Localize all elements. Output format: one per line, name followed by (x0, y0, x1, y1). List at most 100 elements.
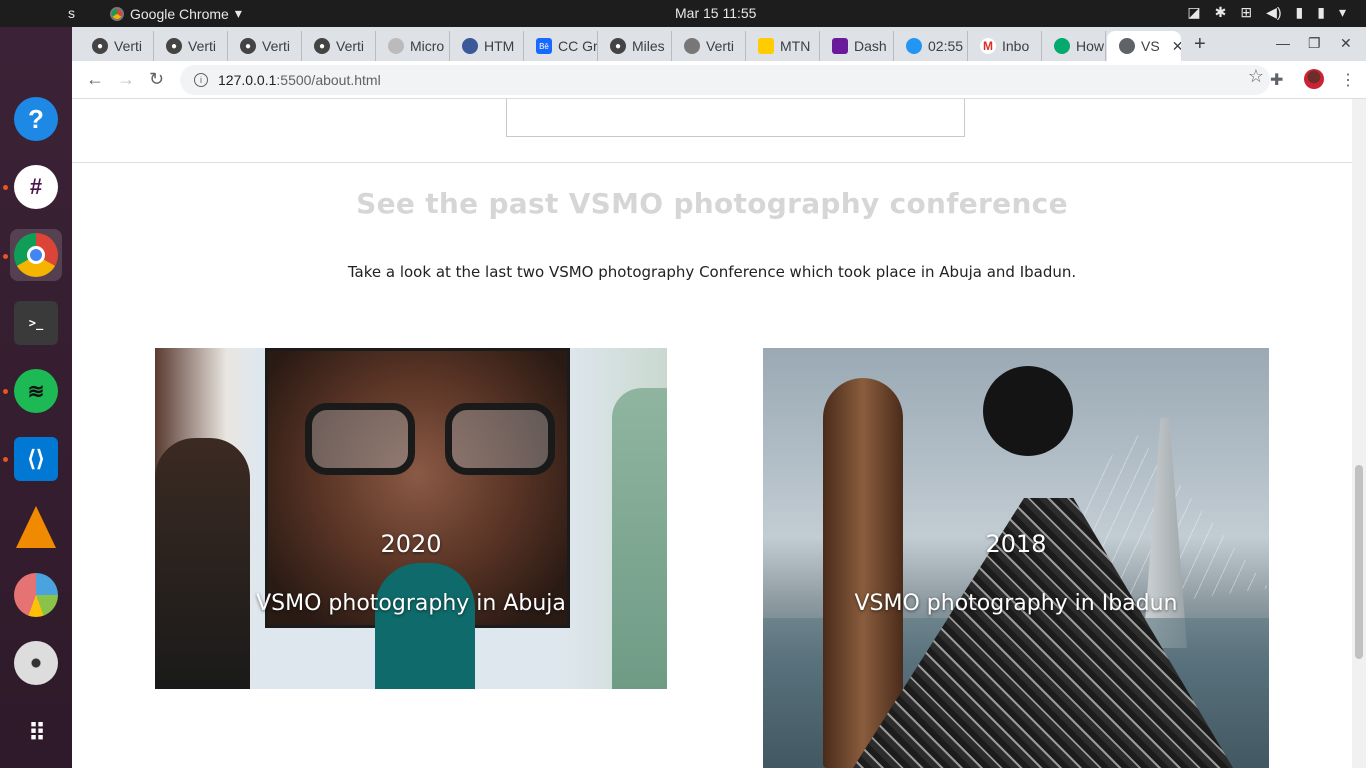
dock-vlc[interactable] (10, 501, 62, 553)
restore-button[interactable]: ❐ (1308, 35, 1321, 52)
system-tray[interactable]: ◪ ✱ ⊞ ◀) ▮ ▮ ▾ (1187, 4, 1346, 21)
tab[interactable]: HTM (450, 31, 524, 61)
w3-icon (1054, 38, 1070, 54)
slack-tray-icon[interactable]: ✱ (1215, 4, 1227, 21)
microphone-icon[interactable]: ▮ (1296, 4, 1304, 21)
spotify-icon: ≋ (14, 369, 58, 413)
dock: ? # >_ ≋ ⟨⟩ ⠿ (0, 27, 72, 768)
dock-terminal[interactable]: >_ (10, 297, 62, 349)
chevron-down-icon: ▾ (234, 5, 242, 21)
dock-vscode[interactable]: ⟨⟩ (10, 433, 62, 485)
content-box (506, 99, 965, 137)
tab[interactable]: Micro (376, 31, 450, 61)
card-year: 2020 (380, 530, 442, 558)
chrome-icon (110, 6, 124, 21)
new-tab-button[interactable]: + (1194, 33, 1206, 56)
tab[interactable]: Dash (820, 31, 894, 61)
profile-avatar[interactable] (1304, 69, 1324, 89)
tab[interactable]: 02:55 (894, 31, 968, 61)
reload-button[interactable]: ↻ (149, 69, 164, 90)
dock-chrome[interactable] (10, 229, 62, 281)
network-icon[interactable]: ⊞ (1240, 4, 1252, 21)
tab[interactable]: How (1042, 31, 1106, 61)
app-menu-label: Google Chrome (130, 5, 229, 22)
tab[interactable]: ● Verti (154, 31, 228, 61)
bookmark-star-icon[interactable]: ☆ (1248, 66, 1264, 87)
dock-help[interactable]: ? (10, 93, 62, 145)
gmail-icon: M (980, 38, 996, 54)
tab[interactable]: ● Miles (598, 31, 672, 61)
tab[interactable]: MTN (746, 31, 820, 61)
terminal-icon: >_ (14, 301, 58, 345)
url-host: 127.0.0.1 (218, 72, 277, 88)
github-icon: ● (166, 38, 182, 54)
extensions-icon[interactable]: ✚ (1270, 70, 1283, 90)
section-divider (72, 162, 1352, 163)
site-info-icon[interactable]: i (194, 73, 208, 87)
tab[interactable]: M Inbo (968, 31, 1042, 61)
clock[interactable]: Mar 15 11:55 (675, 5, 756, 21)
dock-spotify[interactable]: ≋ (10, 365, 62, 417)
tab-label: Verti (706, 38, 735, 54)
tab-label: MTN (780, 38, 811, 54)
system-top-bar: s Google Chrome ▾ Mar 15 11:55 ◪ ✱ ⊞ ◀) … (0, 0, 1366, 27)
github-icon: ● (610, 38, 626, 54)
tab[interactable]: ● Verti (228, 31, 302, 61)
card-year: 2018 (985, 530, 1047, 558)
minimize-button[interactable]: — (1276, 35, 1290, 51)
tab-strip: ● Verti ● Verti ● Verti ● Verti Micro HTM Bē… (72, 27, 1366, 61)
conference-card-ibadun[interactable]: 2018 VSMO photography in Ibadun (763, 348, 1269, 768)
battery-icon[interactable]: ▮ (1317, 4, 1325, 21)
forward-button[interactable]: → (117, 69, 135, 90)
chrome-icon (14, 233, 58, 277)
section-intro: Take a look at the last two VSMO photogr… (347, 263, 1077, 281)
scrollbar-thumb[interactable] (1355, 465, 1363, 659)
volume-icon[interactable]: ◀) (1266, 4, 1281, 21)
slack-icon: # (14, 165, 58, 209)
person-icon (462, 38, 478, 54)
tab[interactable]: Verti (672, 31, 746, 61)
activities-button[interactable]: s (68, 5, 75, 21)
running-indicator (3, 457, 8, 462)
tab[interactable]: ● Verti (80, 31, 154, 61)
clock-icon (906, 38, 922, 54)
dock-slack[interactable]: # (10, 161, 62, 213)
tab-label: VS (1141, 38, 1160, 54)
tab[interactable]: ● Verti (302, 31, 376, 61)
behance-icon: Bē (536, 38, 552, 54)
dock-disc[interactable] (10, 637, 62, 689)
menu-icon[interactable]: ⋮ (1340, 70, 1356, 90)
disc-icon (14, 641, 58, 685)
globe-icon (1119, 38, 1135, 54)
dock-show-apps[interactable]: ⠿ (10, 707, 62, 759)
address-bar[interactable]: i 127.0.0.1:5500/about.html (180, 65, 1270, 95)
vlc-icon (16, 506, 56, 548)
tab-label: Dash (854, 38, 887, 54)
page-content: See the past VSMO photography conference… (72, 99, 1366, 768)
power-menu-icon[interactable]: ▾ (1339, 4, 1346, 21)
tab-label: Verti (336, 38, 365, 54)
notification-icon[interactable]: ◪ (1187, 4, 1200, 21)
card-caption: VSMO photography in Abuja (256, 591, 566, 616)
photo-glasses (305, 403, 560, 478)
tab-label: Verti (188, 38, 217, 54)
pie-app-icon (14, 573, 58, 617)
running-indicator (3, 389, 8, 394)
conference-card-abuja[interactable]: 2020 VSMO photography in Abuja (155, 348, 667, 689)
dash-icon (832, 38, 848, 54)
tab-label: Inbo (1002, 38, 1030, 54)
tab[interactable]: Bē CC Gr (524, 31, 598, 61)
mtn-icon (758, 38, 774, 54)
page-scrollbar[interactable] (1352, 99, 1366, 768)
close-tab-icon[interactable]: ✕ (1172, 38, 1181, 55)
tab-active[interactable]: VS ✕ (1107, 31, 1181, 61)
running-indicator (3, 254, 8, 259)
dock-pie-app[interactable] (10, 569, 62, 621)
app-menu[interactable]: Google Chrome ▾ (110, 5, 242, 22)
close-window-button[interactable]: ✕ (1340, 35, 1352, 52)
github-icon: ● (314, 38, 330, 54)
photo-model (983, 366, 1073, 456)
tab-label: 02:55 (928, 38, 964, 54)
back-button[interactable]: ← (86, 69, 104, 90)
card-caption: VSMO photography in Ibadun (854, 591, 1178, 616)
